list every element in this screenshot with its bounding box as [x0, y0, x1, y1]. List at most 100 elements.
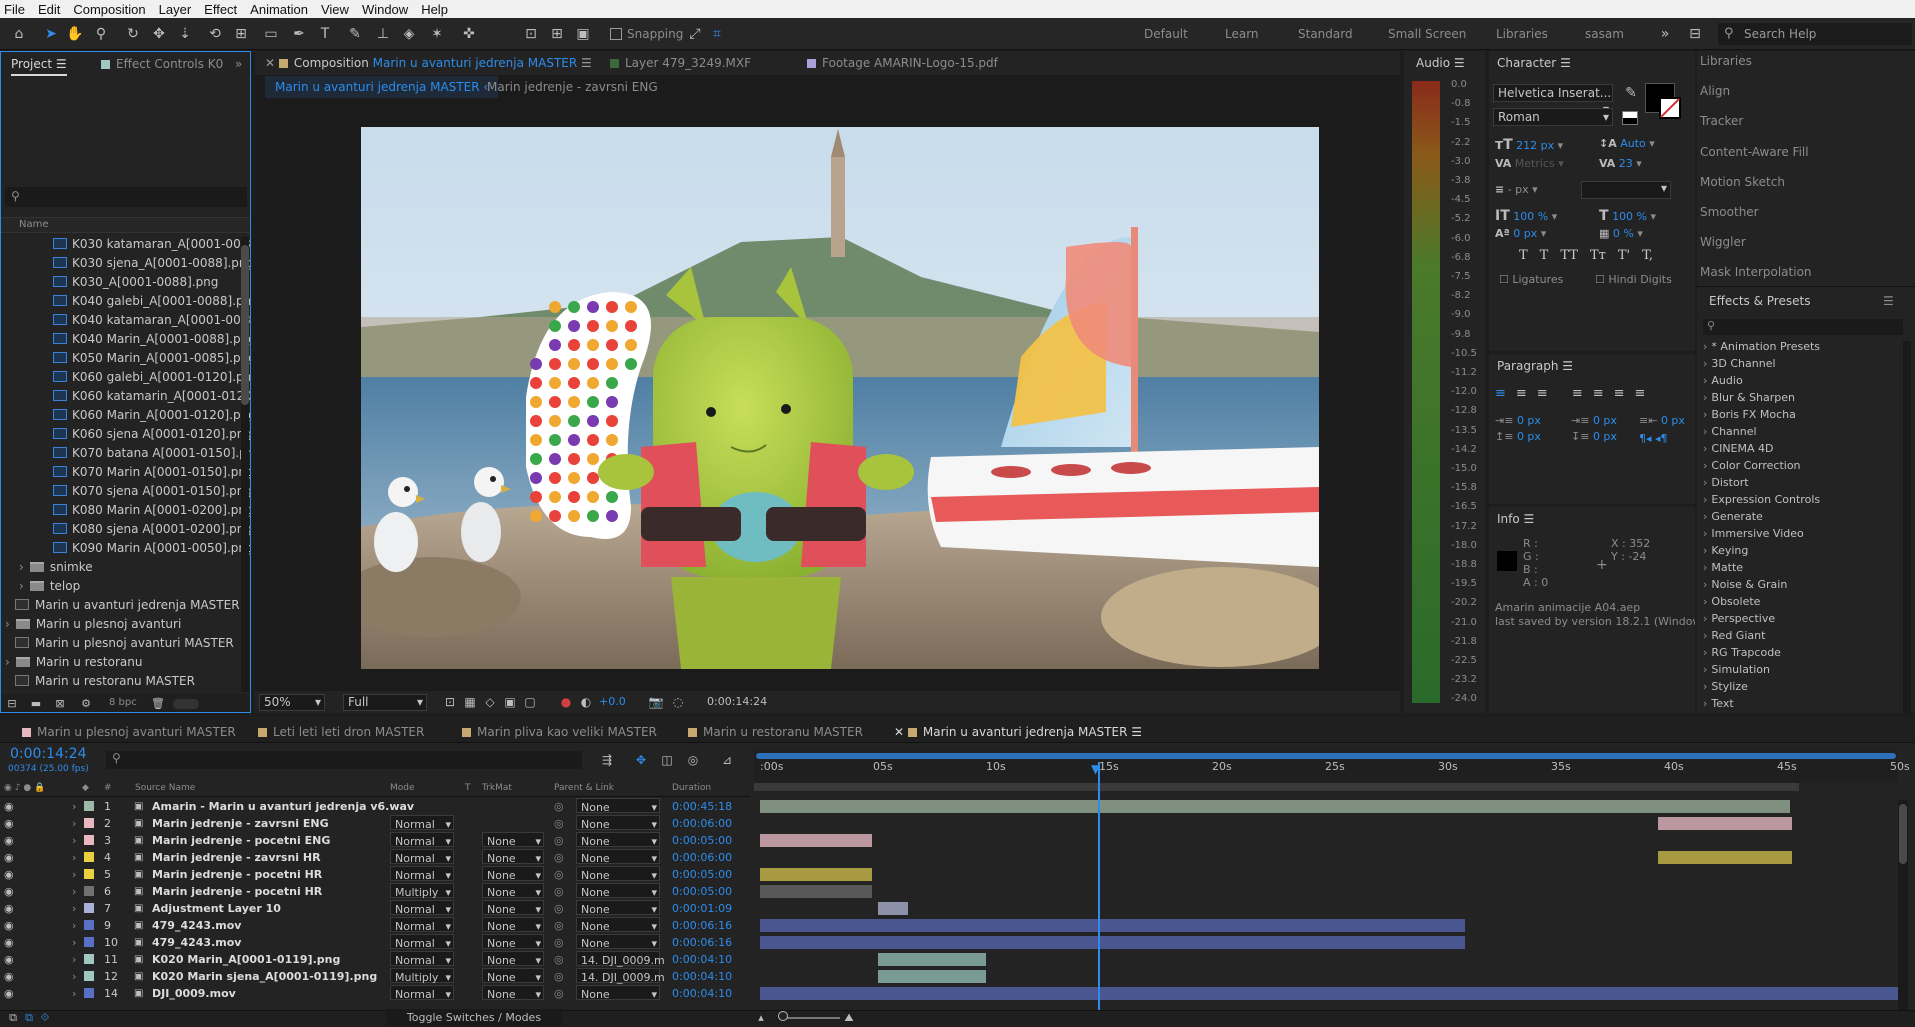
layer-source-name[interactable]: Marin jedrenje - zavrsni HR [152, 849, 321, 866]
layer-source-name[interactable]: K020 Marin sjena_A[0001-0119].png [152, 968, 377, 985]
new-folder-icon[interactable]: ▬ [27, 695, 45, 712]
parent-dropdown[interactable]: None ▾ [576, 849, 660, 865]
blend-mode-dropdown[interactable]: Normal ▾ [390, 832, 454, 848]
anchor-tool-icon[interactable]: ⊞ [232, 25, 250, 43]
layer-duration-bar[interactable] [760, 868, 872, 881]
project-item[interactable]: › telop [1, 577, 80, 596]
project-item[interactable]: Marin u avanturi jedrenja MASTER [1, 596, 240, 615]
menu-composition[interactable]: Composition [69, 2, 154, 17]
parent-dropdown[interactable]: 14. DJI_0009.m▾ [576, 951, 665, 984]
expand-arrow-icon[interactable]: › [1703, 510, 1707, 523]
expand-arrow-icon[interactable]: › [1703, 340, 1707, 353]
layer-duration-bar[interactable] [760, 800, 1790, 813]
t-header[interactable]: T [465, 783, 471, 793]
expand-arrow-icon[interactable]: › [1703, 442, 1707, 455]
region-of-interest-icon[interactable]: ⊡ [441, 693, 459, 711]
layer-duration-bar[interactable] [760, 987, 1898, 1000]
workspace-small-screen[interactable]: Small Screen [1388, 27, 1466, 41]
parent-dropdown[interactable]: None ▾ [576, 798, 660, 814]
pick-whip-icon[interactable]: ◎ [554, 798, 564, 815]
effects-category[interactable]: › Audio [1703, 374, 1743, 387]
expand-arrow-icon[interactable]: › [72, 815, 76, 832]
layer-label-color[interactable] [84, 937, 94, 947]
source-name-header[interactable]: Source Name [135, 783, 195, 793]
layer-duration-bar[interactable] [878, 902, 908, 915]
visibility-eye-icon[interactable]: ◉ [4, 798, 14, 815]
effects-presets-tab[interactable]: Effects & Presets [1709, 289, 1810, 313]
text-style-button[interactable]: T [1540, 248, 1549, 263]
align-buttons[interactable]: ≡≡≡ ≡≡≡≡ [1495, 386, 1655, 401]
expand-arrow-icon[interactable]: › [1703, 425, 1707, 438]
effects-category[interactable]: › Generate [1703, 510, 1763, 523]
pick-whip-icon[interactable]: ◎ [554, 883, 564, 900]
paragraph-tab[interactable]: Paragraph ☰ [1497, 354, 1573, 378]
blend-mode-dropdown[interactable]: Normal ▾ [390, 951, 454, 967]
orbit-tool-icon[interactable]: ↻ [124, 25, 142, 43]
layer-duration[interactable]: 0:00:06:00 [672, 849, 732, 866]
snap-icon[interactable]: ⤢ [686, 25, 704, 43]
layer-duration[interactable]: 0:00:05:00 [672, 866, 732, 883]
expand-arrow-icon[interactable]: › [1703, 476, 1707, 489]
timeline-search-input[interactable]: ⚲ [106, 751, 582, 769]
mode-header[interactable]: Mode [390, 783, 415, 793]
menu-help[interactable]: Help [417, 2, 457, 17]
more-workspaces-icon[interactable]: » [1656, 25, 1674, 43]
space-before-field[interactable]: ↥≡ 0 px [1495, 430, 1541, 443]
pan-tool-icon[interactable]: ✥ [150, 25, 168, 43]
mask-path-icon[interactable]: ◇ [481, 693, 499, 711]
blend-mode-dropdown[interactable]: Normal ▾ [390, 866, 454, 882]
effects-category[interactable]: › Obsolete [1703, 595, 1760, 608]
text-style-button[interactable]: TT [1560, 248, 1578, 263]
zoom-tool-icon[interactable]: ⚲ [92, 25, 110, 43]
timeline-tab[interactable]: Marin u restoranu MASTER [688, 721, 863, 743]
layer-source-name[interactable]: 479_4243.mov [152, 934, 241, 951]
info-tab[interactable]: Info ☰ [1497, 507, 1534, 531]
stroke-color-swatch[interactable] [1659, 97, 1681, 119]
layer-duration-bar[interactable] [760, 936, 1465, 949]
selection-tool-icon[interactable]: ➤ [42, 25, 60, 43]
expand-arrow-icon[interactable]: › [1703, 493, 1707, 506]
layer-source-name[interactable]: Marin jedrenje - pocetni HR [152, 883, 322, 900]
comp-subtab-active[interactable]: Marin u avanturi jedrenja MASTER ‹ [265, 76, 499, 98]
expand-arrow-icon[interactable]: › [1703, 595, 1707, 608]
effects-search-input[interactable]: ⚲ [1703, 319, 1903, 335]
expand-arrow-icon[interactable]: › [1703, 527, 1707, 540]
pick-whip-icon[interactable]: ◎ [554, 849, 564, 866]
project-item[interactable]: K040 galebi_A[0001-0088].png [1, 292, 250, 311]
zoom-dropdown[interactable]: 50% ▾ [259, 694, 325, 711]
effects-category[interactable]: › Distort [1703, 476, 1749, 489]
project-item[interactable]: K040 Marin_A[0001-0088].png [1, 330, 250, 349]
pen-tool-icon[interactable]: ✒ [290, 25, 308, 43]
composition-viewer[interactable] [361, 127, 1319, 669]
layer-duration-bar[interactable] [760, 834, 872, 847]
pick-whip-icon[interactable]: ◎ [554, 934, 564, 951]
zoom-in-timeline-icon[interactable]: ⛰ [840, 1009, 858, 1027]
workspace-standard[interactable]: Standard [1298, 27, 1353, 41]
layer-row[interactable]: ◉ › 11 ▣ K020 Marin_A[0001-0119].png Normal ▾ N… [0, 951, 750, 984]
space-after-field[interactable]: ↧≡ 0 px [1571, 430, 1617, 443]
trkmat-dropdown[interactable]: None ▾ [482, 934, 544, 950]
side-panel-align[interactable]: Align [1700, 84, 1730, 98]
expand-arrow-icon[interactable]: › [72, 866, 76, 883]
blend-mode-dropdown[interactable]: Normal ▾ [390, 849, 454, 865]
trkmat-dropdown[interactable]: None ▾ [482, 985, 544, 1001]
reset-exposure-icon[interactable]: ◐ [577, 693, 595, 711]
project-item[interactable]: › Marin u plesnoj avanturi [1, 615, 181, 634]
effects-menu-icon[interactable]: ☰ [1883, 289, 1894, 313]
rotate-tool-icon[interactable]: ⟲ [206, 25, 224, 43]
effects-category[interactable]: › Matte [1703, 561, 1743, 574]
pick-whip-icon[interactable]: ◎ [554, 985, 564, 1002]
blend-mode-dropdown[interactable]: Normal ▾ [390, 985, 454, 1001]
effects-category[interactable]: › Stylize [1703, 680, 1748, 693]
effects-category[interactable]: › Keying [1703, 544, 1748, 557]
workspace-libraries[interactable]: Libraries [1496, 27, 1548, 41]
stroke-width-field[interactable]: ≡ - px ▾ [1495, 183, 1538, 196]
zoom-slider-handle[interactable] [778, 1011, 788, 1021]
layer-duration[interactable]: 0:00:45:18 [672, 798, 732, 815]
expand-arrow-icon[interactable]: › [1703, 612, 1707, 625]
trkmat-dropdown[interactable]: None ▾ [482, 900, 544, 916]
visibility-eye-icon[interactable]: ◉ [4, 968, 14, 985]
expand-arrow-icon[interactable]: › [72, 883, 76, 900]
work-area-bar[interactable] [756, 753, 1896, 759]
expand-arrow-icon[interactable]: › [72, 951, 76, 968]
